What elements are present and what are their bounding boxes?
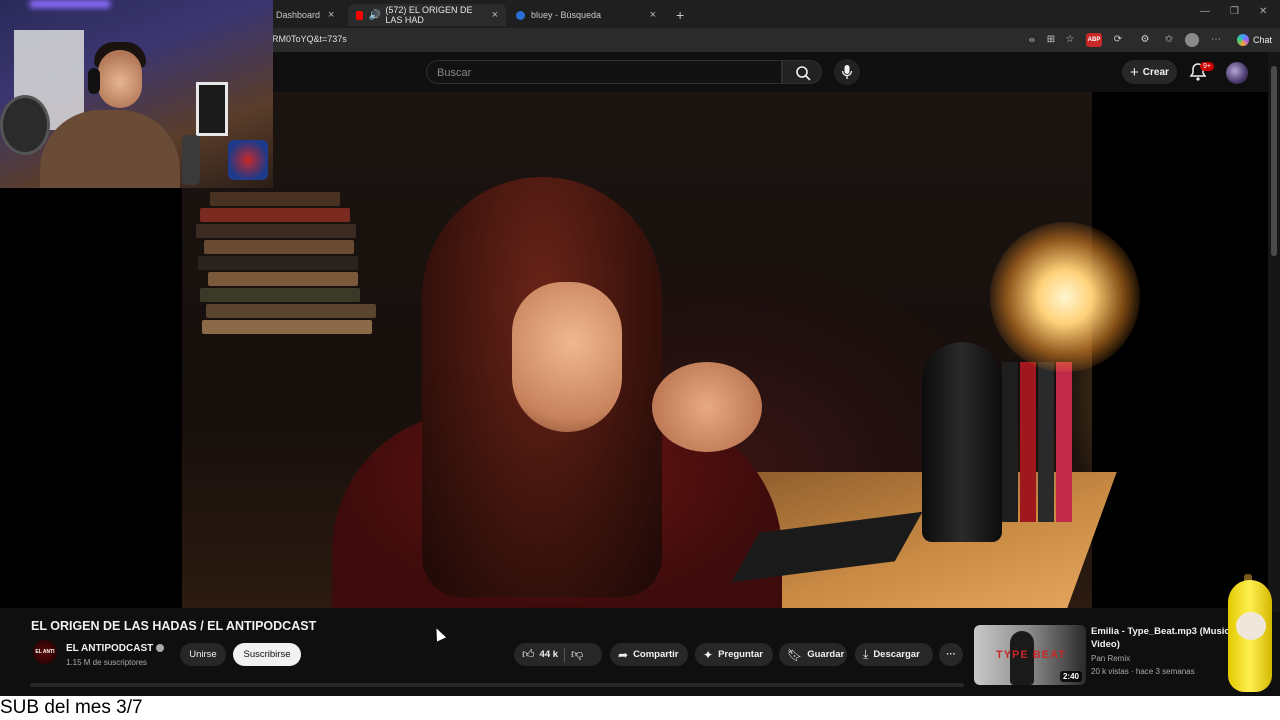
ask-label: Preguntar <box>718 649 763 660</box>
streamer-face <box>98 50 142 108</box>
subscriber-count: 1.15 M de suscriptores <box>66 658 147 667</box>
like-dislike-group: 👍︎ 44 k 👎︎ <box>514 643 602 666</box>
speaker-icon[interactable]: 🔊 <box>369 10 381 21</box>
create-button[interactable]: + Crear <box>1122 60 1177 84</box>
upright-books <box>1002 362 1082 542</box>
tab-label: (572) EL ORIGEN DE LAS HAD <box>385 5 473 25</box>
channel-name-text: EL ANTIPODCAST <box>66 643 154 654</box>
share-button[interactable]: ➦ Compartir <box>610 643 688 666</box>
copilot-icon <box>1236 34 1249 46</box>
ask-button[interactable]: ✦ Preguntar <box>695 643 773 666</box>
save-button[interactable]: 🔖︎ Guardar <box>779 643 847 666</box>
channel-name[interactable]: EL ANTIPODCAST <box>66 643 165 654</box>
favorite-star-icon[interactable]: ☆ <box>1063 33 1077 47</box>
doorway <box>196 82 228 136</box>
notification-badge: 9+ <box>1200 62 1214 71</box>
sub-of-month-text: SUB del mes 3/7 <box>0 697 143 718</box>
search-placeholder: Buscar <box>437 67 472 79</box>
url-field[interactable]: RM0ToYQ&t=737s <box>272 34 347 44</box>
minimize-icon[interactable]: — <box>1200 6 1210 17</box>
channel-avatar[interactable]: EL ANTI <box>33 640 57 664</box>
create-label: Crear <box>1142 66 1169 78</box>
podcast-microphone <box>922 342 1002 542</box>
thumbnail-text: TYPE BEAT <box>996 649 1066 661</box>
webcam-overlay <box>0 0 273 188</box>
mouse-cursor <box>431 626 447 642</box>
search-icon <box>796 66 811 81</box>
more-menu-icon[interactable]: ⋯ <box>1209 33 1223 47</box>
profile-icon[interactable] <box>1185 33 1199 47</box>
banana-cat-sticker <box>1224 574 1276 698</box>
download-label: Descargar <box>873 649 920 660</box>
download-icon: ⤓ <box>863 647 869 661</box>
search-input[interactable]: Buscar <box>426 60 782 84</box>
close-window-icon[interactable]: ✕ <box>1259 6 1267 17</box>
youtube-favicon-icon <box>356 10 363 20</box>
search-button[interactable] <box>782 60 822 84</box>
sparkle-icon: ✦ <box>703 647 714 662</box>
lamp <box>990 222 1140 372</box>
subscribe-button[interactable]: Suscribirse <box>233 643 301 666</box>
bottle <box>182 135 200 185</box>
recommended-title[interactable]: Emilia - Type_Beat.mp3 (Music Video) <box>1091 625 1231 651</box>
close-tab-icon[interactable]: × <box>328 9 334 21</box>
thumbs-down-icon[interactable]: 👎︎ <box>571 647 583 662</box>
stacked-books <box>190 192 376 362</box>
recommended-channel[interactable]: Pan Remix <box>1091 654 1130 663</box>
tab-label: bluey - Búsqueda <box>531 10 602 20</box>
restore-icon[interactable]: ❐ <box>1230 6 1239 17</box>
chat-label: Chat <box>1252 35 1272 45</box>
extension-icon[interactable]: ⚙ <box>1138 33 1152 47</box>
adblock-icon[interactable]: ABP <box>1086 33 1102 47</box>
tab-bluey-search[interactable]: bluey - Búsqueda × <box>508 4 664 26</box>
immersive-reader-icon[interactable]: ⦵ <box>1025 33 1039 47</box>
bookmark-icon: 🔖︎ <box>787 647 803 662</box>
person-hand <box>652 362 762 452</box>
video-duration: 2:40 <box>1059 671 1082 682</box>
tab-youtube-video[interactable]: 🔊 (572) EL ORIGEN DE LAS HAD × <box>348 4 506 26</box>
video-frame <box>182 92 1140 608</box>
search-favicon-icon <box>516 10 525 20</box>
microphone-icon <box>841 65 853 79</box>
recommended-meta: 20 k vistas · hace 3 semanas <box>1091 667 1195 676</box>
headset <box>88 68 100 94</box>
like-count[interactable]: 44 k <box>540 649 559 660</box>
tab-dashboard[interactable]: Dashboard × <box>268 4 346 26</box>
stream-overlay-strip <box>0 696 1280 720</box>
fan <box>0 95 50 155</box>
join-button[interactable]: Unirse <box>180 643 226 666</box>
led-light <box>30 0 110 8</box>
copilot-chat-button[interactable]: Chat <box>1236 32 1272 48</box>
divider <box>564 647 566 662</box>
close-tab-icon[interactable]: × <box>650 9 656 21</box>
plus-icon: + <box>1130 63 1139 81</box>
figurine <box>228 140 268 180</box>
voice-search-button[interactable] <box>834 59 860 85</box>
tab-label: Dashboard <box>276 10 321 20</box>
share-icon: ➦ <box>618 647 629 662</box>
video-title: EL ORIGEN DE LAS HADAS / EL ANTIPODCAST <box>31 619 317 633</box>
new-tab-button[interactable]: + <box>668 4 692 26</box>
collections-icon[interactable]: ✩ <box>1162 33 1176 47</box>
download-button[interactable]: ⤓ Descargar <box>855 643 933 666</box>
scrollbar-thumb[interactable] <box>1271 66 1277 256</box>
save-label: Guardar <box>807 649 845 660</box>
app-icon[interactable]: ⊞ <box>1044 33 1058 47</box>
share-label: Compartir <box>633 649 679 660</box>
close-tab-icon[interactable]: × <box>492 9 498 21</box>
refresh-extension-icon[interactable]: ⟳ <box>1111 33 1125 47</box>
verified-icon <box>156 644 165 653</box>
account-avatar[interactable] <box>1226 62 1248 84</box>
description-box-edge <box>30 683 964 687</box>
thumbs-up-icon[interactable]: 👍︎ <box>522 647 535 662</box>
more-actions-button[interactable]: ··· <box>939 643 963 666</box>
recommended-thumbnail[interactable]: TYPE BEAT 2:40 <box>974 625 1086 685</box>
person-face <box>512 282 622 432</box>
